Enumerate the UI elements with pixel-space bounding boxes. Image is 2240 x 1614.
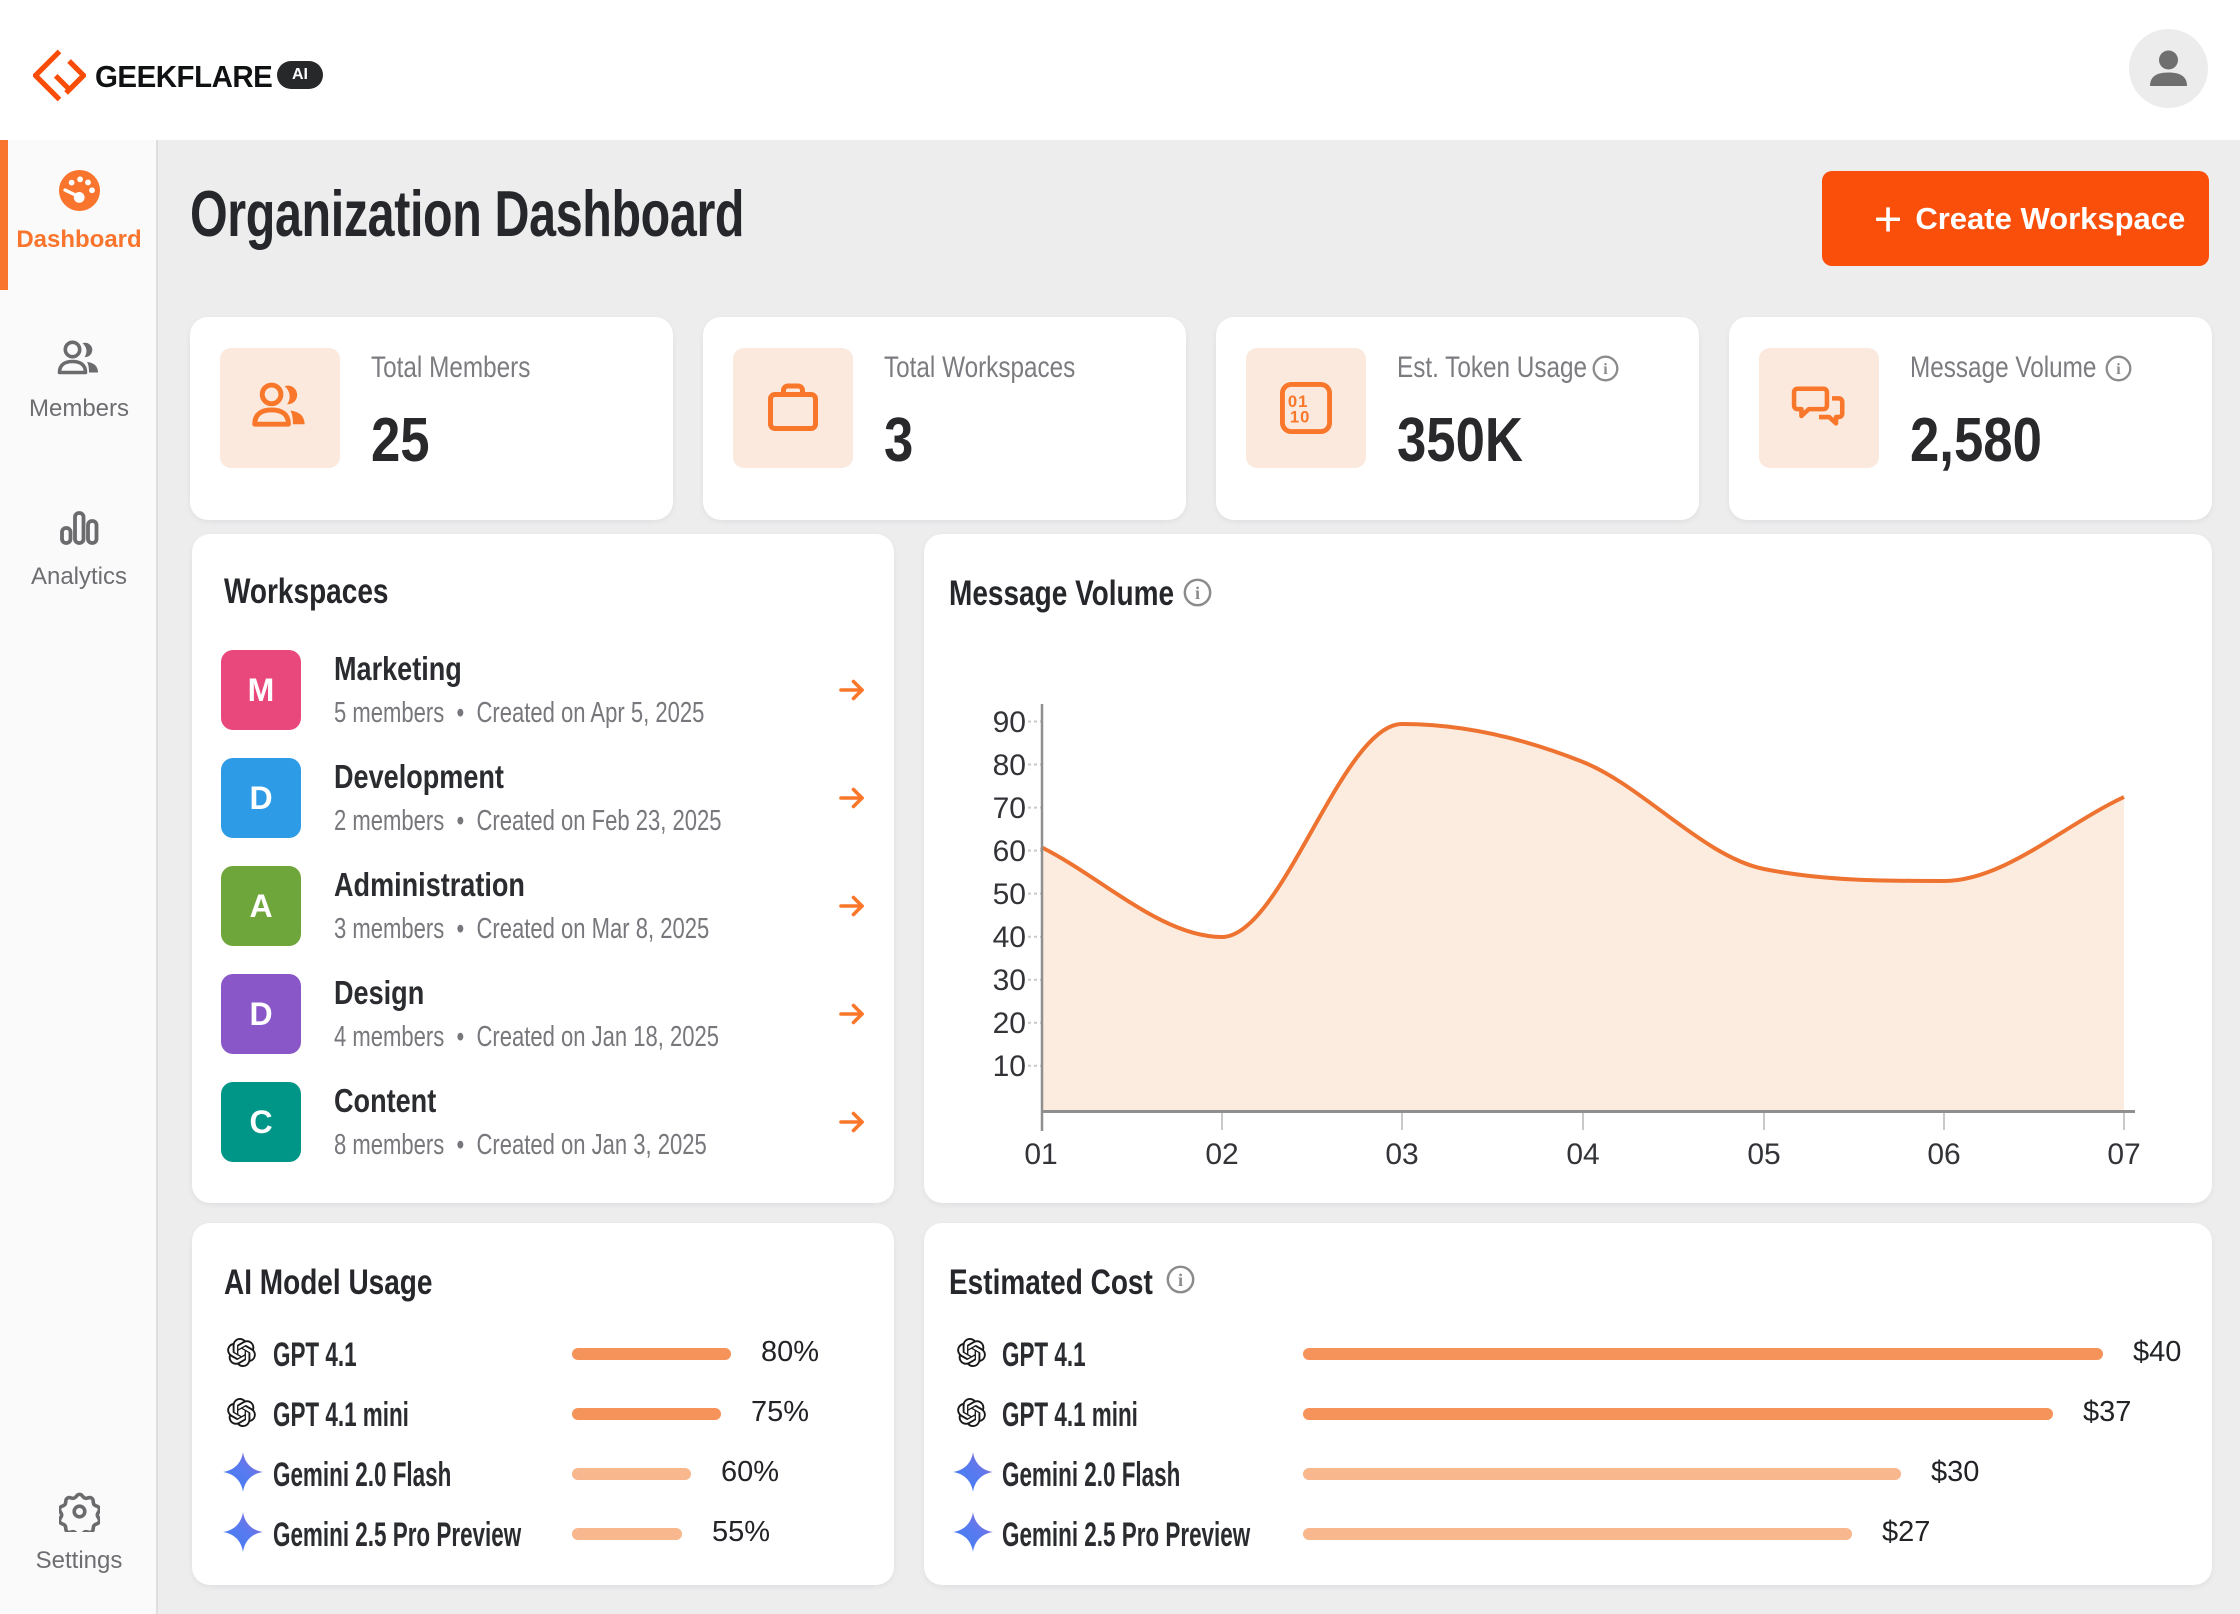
svg-text:06: 06 xyxy=(1927,1138,1960,1171)
svg-text:i: i xyxy=(1178,1270,1183,1290)
svg-text:07: 07 xyxy=(2107,1138,2140,1171)
svg-text:40: 40 xyxy=(993,921,1026,954)
svg-text:20: 20 xyxy=(993,1007,1026,1040)
svg-text:30: 30 xyxy=(993,964,1026,997)
svg-text:i: i xyxy=(1603,361,1608,378)
svg-text:70: 70 xyxy=(993,792,1026,825)
svg-text:05: 05 xyxy=(1747,1138,1780,1171)
svg-text:10: 10 xyxy=(993,1050,1026,1083)
svg-text:50: 50 xyxy=(993,878,1026,911)
svg-text:10: 10 xyxy=(1290,408,1311,427)
svg-text:i: i xyxy=(2116,361,2121,378)
svg-text:90: 90 xyxy=(993,706,1026,739)
svg-text:01: 01 xyxy=(1024,1138,1057,1171)
svg-text:80: 80 xyxy=(993,749,1026,782)
svg-text:02: 02 xyxy=(1205,1138,1238,1171)
svg-text:60: 60 xyxy=(993,835,1026,868)
svg-text:03: 03 xyxy=(1385,1138,1418,1171)
svg-text:04: 04 xyxy=(1566,1138,1599,1171)
